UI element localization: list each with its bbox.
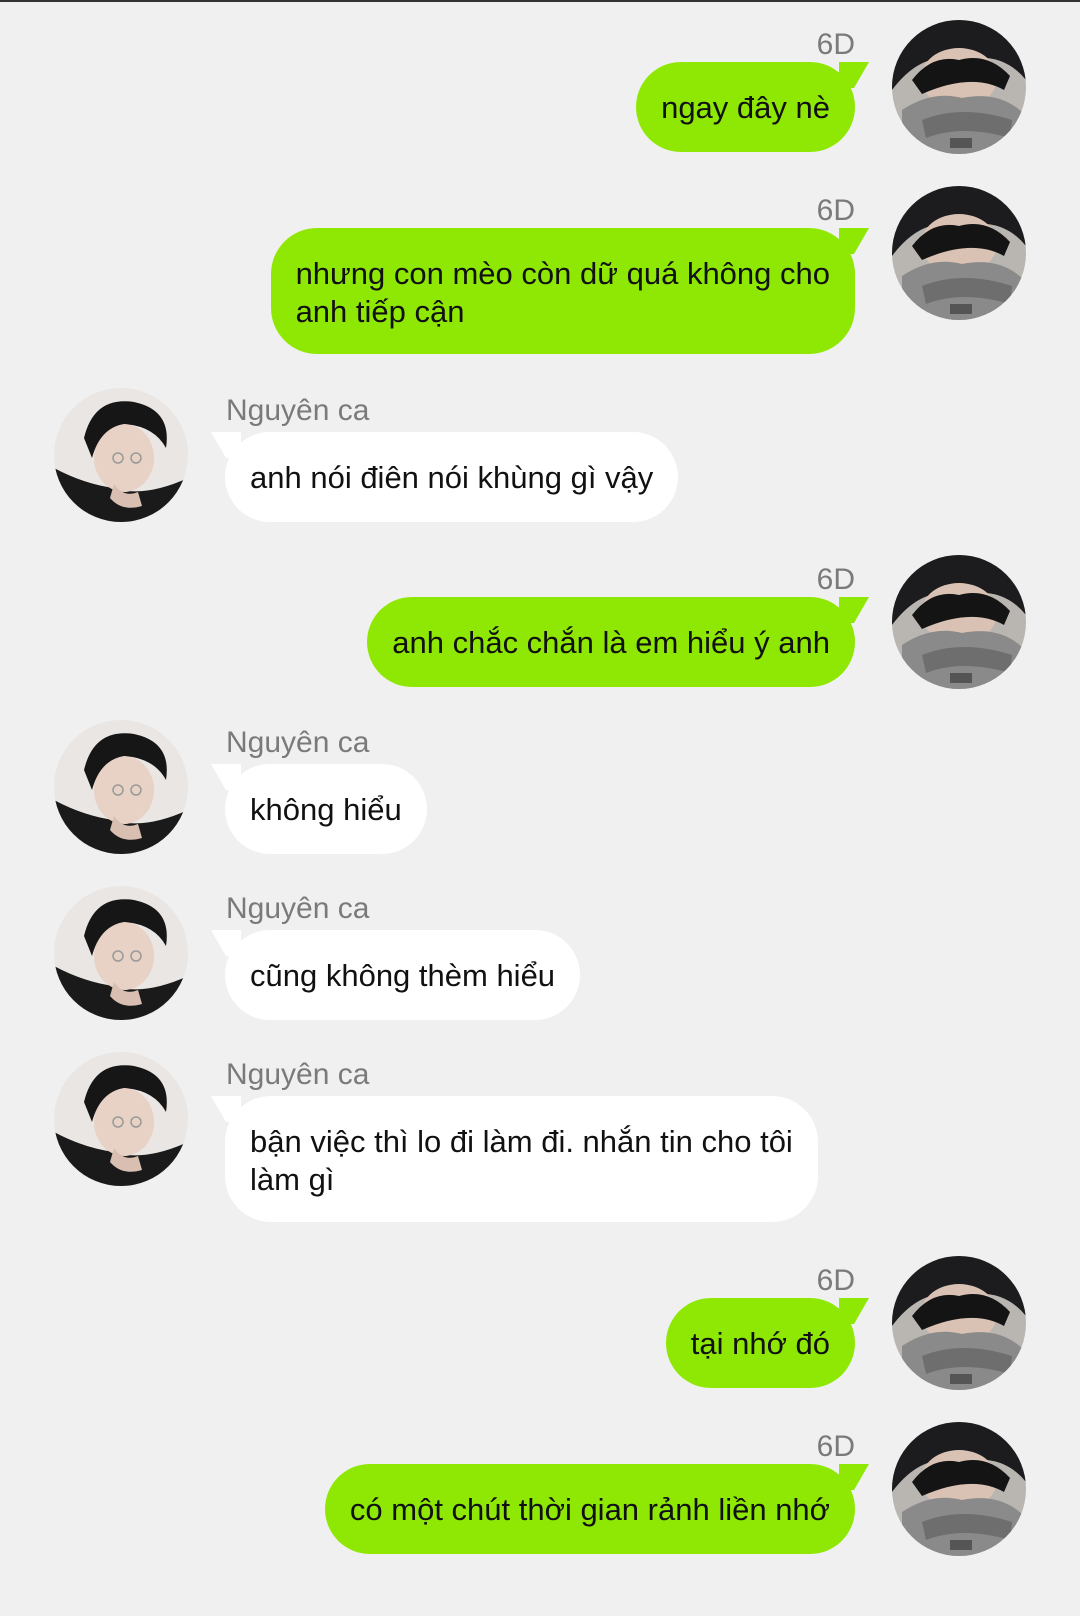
message-text: nhưng con mèo còn dữ quá không cho anh t… (295, 256, 830, 329)
sender-name: Nguyên ca (226, 892, 370, 925)
avatar-6d[interactable] (892, 555, 1026, 689)
avatar-6d-image (892, 1256, 1026, 1390)
message-text: tại nhớ đó (690, 1326, 830, 1361)
sender-name: Nguyên ca (226, 394, 370, 427)
avatar-nguyen-ca-image (54, 388, 188, 522)
sender-name: Nguyên ca (226, 726, 370, 759)
avatar-nguyen-ca[interactable] (54, 886, 188, 1020)
message-text: anh nói điên nói khùng gì vậy (250, 460, 654, 495)
message-bubble[interactable]: không hiểu (225, 764, 427, 854)
avatar-nguyen-ca-image (54, 1052, 188, 1186)
avatar-nguyen-ca[interactable] (54, 1052, 188, 1186)
message-bubble[interactable]: anh chắc chắn là em hiểu ý anh (367, 597, 855, 687)
message-bubble[interactable]: có một chút thời gian rảnh liền nhớ (324, 1464, 855, 1554)
avatar-nguyen-ca[interactable] (54, 720, 188, 854)
message-bubble[interactable]: bận việc thì lo đi làm đi. nhắn tin cho … (225, 1096, 818, 1222)
avatar-6d-image (892, 1422, 1026, 1556)
avatar-nguyen-ca[interactable] (54, 388, 188, 522)
message-text: cũng không thèm hiểu (250, 958, 556, 993)
sender-name: 6D (816, 563, 855, 596)
avatar-6d[interactable] (892, 20, 1026, 154)
sender-name: 6D (816, 28, 855, 61)
avatar-6d-image (892, 20, 1026, 154)
message-text: ngay đây nè (661, 90, 830, 125)
avatar-6d[interactable] (892, 1422, 1026, 1556)
message-bubble[interactable]: nhưng con mèo còn dữ quá không cho anh t… (270, 228, 855, 354)
avatar-nguyen-ca-image (54, 720, 188, 854)
chat-thread: 6D ngay đây nè 6D nhưng con mèo còn dữ q… (0, 0, 1080, 1616)
avatar-6d[interactable] (892, 1256, 1026, 1390)
avatar-6d-image (892, 186, 1026, 320)
message-text: bận việc thì lo đi làm đi. nhắn tin cho … (250, 1124, 793, 1197)
message-bubble[interactable]: tại nhớ đó (665, 1298, 855, 1388)
message-bubble[interactable]: cũng không thèm hiểu (225, 930, 581, 1020)
message-text: có một chút thời gian rảnh liền nhớ (349, 1492, 830, 1527)
message-text: không hiểu (250, 792, 402, 827)
message-text: anh chắc chắn là em hiểu ý anh (392, 625, 830, 660)
sender-name: 6D (816, 1430, 855, 1463)
avatar-nguyen-ca-image (54, 886, 188, 1020)
message-bubble[interactable]: ngay đây nè (636, 62, 855, 152)
sender-name: 6D (816, 194, 855, 227)
avatar-6d[interactable] (892, 186, 1026, 320)
sender-name: 6D (816, 1264, 855, 1297)
message-bubble[interactable]: anh nói điên nói khùng gì vậy (225, 432, 679, 522)
sender-name: Nguyên ca (226, 1058, 370, 1091)
avatar-6d-image (892, 555, 1026, 689)
